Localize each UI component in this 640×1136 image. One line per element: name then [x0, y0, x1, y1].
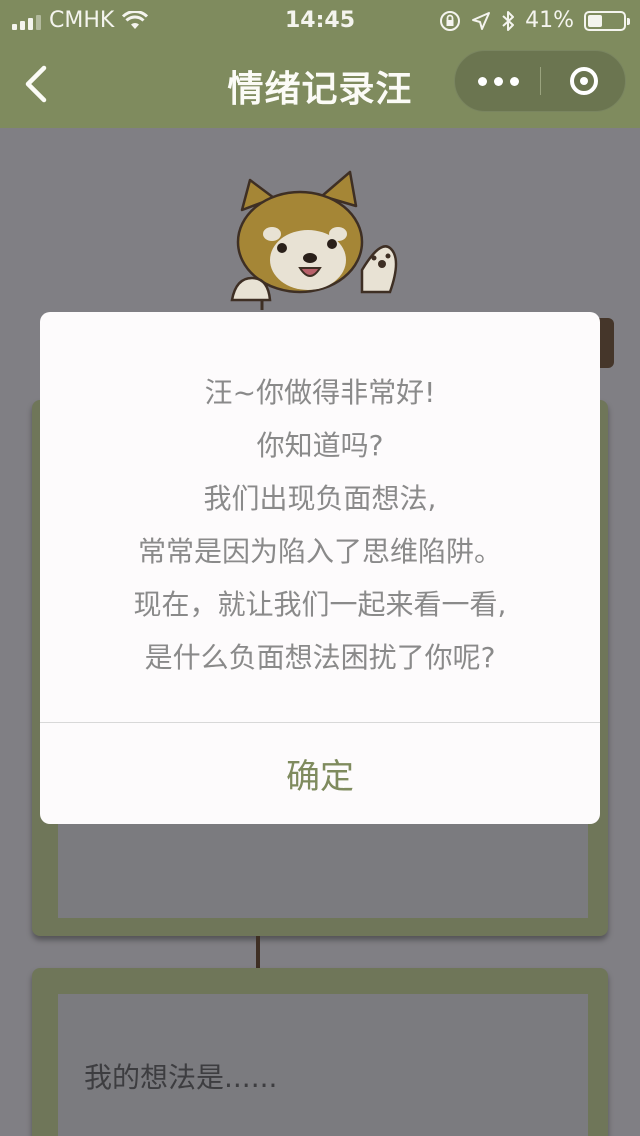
modal-line: 现在，就让我们一起来看一看, — [133, 588, 507, 621]
battery-icon — [584, 10, 630, 31]
battery-percent: 41% — [525, 8, 574, 33]
status-right: 41% — [439, 8, 630, 33]
intro-modal: 汪~你做得非常好! 你知道吗? 我们出现负面想法, 常常是因为陷入了思维陷阱。 … — [40, 312, 600, 824]
battery-level — [588, 14, 602, 27]
modal-line: 常常是因为陷入了思维陷阱。 — [137, 535, 502, 568]
thought-card-content[interactable]: 我的想法是...... — [58, 994, 588, 1136]
target-circle-icon — [570, 67, 598, 95]
modal-line: 是什么负面想法困扰了你呢? — [144, 641, 496, 674]
confirm-button[interactable]: 确定 — [40, 723, 600, 824]
screen: CMHK 14:45 41% 情绪记录汪 我的想法是...... 汪~你做得非常… — [0, 0, 640, 1136]
close-mini-program-button[interactable] — [541, 51, 627, 111]
more-dots-icon — [477, 76, 519, 86]
bluetooth-icon — [502, 10, 515, 31]
status-bar: CMHK 14:45 41% — [0, 0, 640, 40]
location-icon — [472, 11, 491, 30]
shiba-dog-mascot — [230, 170, 398, 310]
nav-bar: 情绪记录汪 — [0, 40, 640, 128]
modal-line: 我们出现负面想法, — [203, 482, 437, 515]
modal-message: 汪~你做得非常好! 你知道吗? 我们出现负面想法, 常常是因为陷入了思维陷阱。 … — [40, 366, 600, 684]
modal-line: 你知道吗? — [256, 429, 384, 462]
thought-input[interactable]: 我的想法是...... — [84, 1056, 277, 1096]
orientation-lock-icon — [440, 10, 461, 31]
mini-program-capsule — [454, 50, 626, 112]
thought-card: 我的想法是...... — [32, 968, 608, 1136]
modal-line: 汪~你做得非常好! — [204, 376, 436, 409]
card-connector — [256, 936, 260, 968]
more-button[interactable] — [455, 51, 541, 111]
